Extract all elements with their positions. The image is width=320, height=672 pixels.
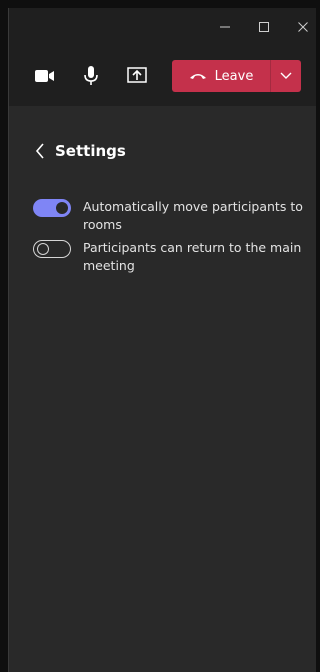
- close-icon: [298, 22, 308, 32]
- meeting-window: Leave Settings Automatically move partic…: [8, 8, 316, 672]
- minimize-button[interactable]: [205, 8, 245, 46]
- hang-up-icon: [189, 74, 206, 79]
- chevron-left-icon: [35, 143, 44, 159]
- chevron-down-icon: [280, 72, 292, 79]
- title-bar: [9, 8, 316, 46]
- option-return-to-main-meeting: Participants can return to the main meet…: [33, 239, 303, 275]
- auto-move-toggle[interactable]: [33, 199, 71, 217]
- share-screen-button[interactable]: [121, 60, 153, 92]
- option-auto-move-participants: Automatically move participants to rooms: [33, 198, 303, 234]
- camera-icon: [35, 70, 54, 82]
- close-button[interactable]: [283, 8, 320, 46]
- settings-panel: Settings Automatically move participants…: [9, 106, 316, 672]
- leave-label: Leave: [214, 68, 254, 84]
- auto-move-label: Automatically move participants to rooms: [83, 199, 303, 232]
- return-to-main-label: Participants can return to the main meet…: [83, 240, 302, 273]
- maximize-button[interactable]: [244, 8, 284, 46]
- leave-button-group: Leave: [172, 60, 301, 92]
- leave-button[interactable]: Leave: [172, 60, 270, 92]
- camera-button[interactable]: [29, 60, 61, 92]
- settings-back-button[interactable]: Settings: [35, 142, 126, 160]
- meeting-toolbar: Leave: [9, 46, 316, 106]
- return-to-main-toggle[interactable]: [33, 240, 71, 258]
- leave-options-button[interactable]: [271, 60, 301, 92]
- settings-title: Settings: [55, 142, 126, 160]
- maximize-icon: [259, 22, 269, 32]
- minimize-icon: [220, 26, 230, 28]
- share-screen-icon: [127, 67, 147, 83]
- toggle-knob: [56, 202, 68, 214]
- microphone-button[interactable]: [75, 60, 107, 92]
- microphone-icon: [84, 66, 98, 85]
- toggle-knob: [37, 243, 49, 255]
